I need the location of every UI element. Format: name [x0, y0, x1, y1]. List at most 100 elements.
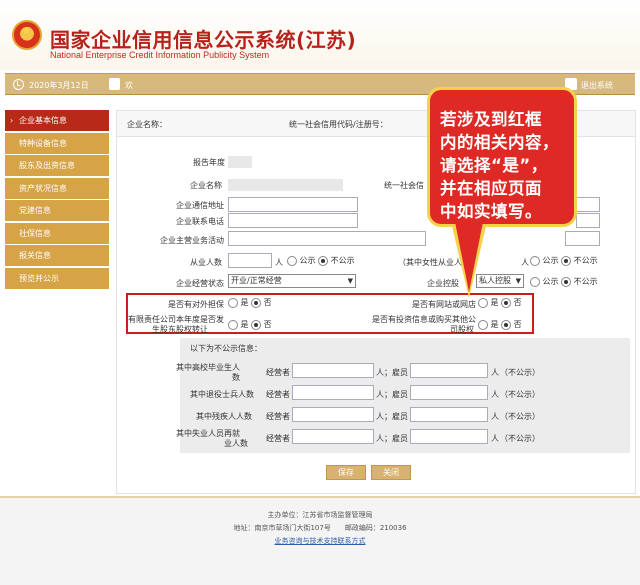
address-input[interactable]	[228, 197, 358, 212]
chevron-down-icon: ▼	[515, 277, 521, 285]
main-business-input-extra[interactable]	[565, 231, 600, 246]
not-public-note: （不公示）	[500, 390, 540, 399]
veteran-label: 其中退役士兵人数	[190, 390, 254, 399]
grad-employee-input[interactable]	[410, 363, 488, 378]
site-header: ★ 国家企业信用信息公示系统(江苏) National Enterprise C…	[0, 0, 640, 70]
manager-label: 经营者	[266, 434, 290, 443]
sidebar-nav: 企业基本信息 特种设备信息 股东及出资信息 资产状况信息 党建信息 社保信息 报…	[5, 110, 109, 290]
equity-transfer-no-radio[interactable]	[251, 319, 262, 330]
phone-input-extra[interactable]	[576, 213, 600, 228]
status-select-value: 开业/正常经营	[231, 276, 282, 285]
employee-label: 人；雇员	[376, 368, 408, 377]
user-icon	[109, 78, 120, 90]
sidebar-item-social-security[interactable]: 社保信息	[5, 222, 109, 244]
save-button[interactable]: 保存	[326, 465, 366, 480]
report-year-label: 报告年度	[193, 158, 225, 167]
employees-public-label: 公示	[299, 256, 316, 265]
employees-label: 从业人数	[190, 258, 222, 267]
sidebar-item-party[interactable]: 党建信息	[5, 200, 109, 221]
guarantee-yes-radio[interactable]	[228, 297, 238, 308]
manager-label: 经营者	[266, 368, 290, 377]
equity-transfer-toggle: 是 否	[228, 319, 272, 330]
status-label: 企业经营状态	[176, 279, 224, 288]
website-toggle: 是 否	[478, 297, 522, 308]
callout-line-3: 请选择“是”，	[440, 156, 548, 175]
sidebar-item-shareholders[interactable]: 股东及出资信息	[5, 155, 109, 176]
site-province: (江苏)	[296, 28, 357, 52]
holding-not-public-radio[interactable]	[561, 276, 572, 287]
callout-line-5: 中如实填写。	[440, 202, 542, 221]
website-no-radio[interactable]	[501, 297, 512, 308]
veteran-manager-input[interactable]	[292, 385, 374, 400]
employees-not-public-radio[interactable]	[318, 255, 329, 266]
employees-public-toggle: 公示 不公示	[287, 255, 355, 266]
sidebar-item-basic-info[interactable]: 企业基本信息	[5, 110, 109, 131]
female-not-public-label: 不公示	[573, 256, 598, 265]
manager-label: 经营者	[266, 390, 290, 399]
grad-manager-input[interactable]	[292, 363, 374, 378]
name-value	[228, 179, 343, 191]
reemployed-manager-input[interactable]	[292, 429, 374, 444]
footer-organizer: 主办单位：江苏省市场监督管理局	[267, 511, 373, 519]
person-unit: 人	[491, 412, 499, 421]
sidebar-item-customs[interactable]: 报关信息	[5, 245, 109, 266]
employees-public-radio[interactable]	[287, 255, 297, 266]
disabled-employee-input[interactable]	[410, 407, 488, 422]
employee-label: 人；雇员	[376, 412, 408, 421]
disabled-manager-input[interactable]	[292, 407, 374, 422]
main-business-input[interactable]	[228, 231, 426, 246]
footer-address: 地址：南京市草场门大街107号 邮政编码：210036	[233, 524, 407, 532]
female-public-label: 公示	[542, 256, 559, 265]
female-public-toggle: 公示 不公示	[530, 255, 598, 266]
website-label: 是否有网站或网店	[412, 300, 476, 309]
chevron-down-icon: ▼	[347, 277, 353, 285]
guarantee-yes-label: 是	[240, 298, 249, 307]
female-public-radio[interactable]	[530, 255, 540, 266]
disabled-label: 其中残疾人人数	[196, 412, 252, 421]
person-unit: 人	[491, 368, 499, 377]
holding-public-radio[interactable]	[530, 276, 540, 287]
equity-transfer-yes-radio[interactable]	[228, 319, 238, 330]
invest-yes-label: 是	[490, 320, 499, 329]
phone-input[interactable]	[228, 213, 358, 228]
not-public-note: （不公示）	[500, 368, 540, 377]
guarantee-label: 是否有对外担保	[168, 300, 224, 309]
employee-label: 人；雇员	[376, 390, 408, 399]
company-name-label: 企业名称：	[127, 120, 167, 129]
female-not-public-radio[interactable]	[561, 255, 572, 266]
manager-label: 经营者	[266, 412, 290, 421]
report-year-value	[228, 156, 252, 168]
footer-support-link[interactable]: 业务咨询与技术支持联系方式	[275, 537, 366, 545]
person-unit: 人	[491, 390, 499, 399]
sidebar-item-special-equipment[interactable]: 特种设备信息	[5, 132, 109, 154]
website-yes-radio[interactable]	[478, 297, 488, 308]
status-select[interactable]: 开业/正常经营 ▼	[228, 274, 356, 288]
website-no-label: 否	[513, 298, 522, 307]
website-yes-label: 是	[490, 298, 499, 307]
reemployed-employee-input[interactable]	[410, 429, 488, 444]
grad-label-2: 数	[232, 373, 240, 382]
invest-toggle: 是 否	[478, 319, 522, 330]
employee-label: 人；雇员	[376, 434, 408, 443]
invest-yes-radio[interactable]	[478, 319, 488, 330]
welcome-text: 欢	[125, 81, 133, 90]
veteran-employee-input[interactable]	[410, 385, 488, 400]
address-input-extra[interactable]	[576, 197, 600, 212]
close-button[interactable]: 关闭	[371, 465, 411, 480]
invest-no-radio[interactable]	[501, 319, 512, 330]
guarantee-toggle: 是 否	[228, 297, 272, 308]
equity-transfer-yes-label: 是	[240, 320, 249, 329]
sidebar-item-assets[interactable]: 资产状况信息	[5, 177, 109, 199]
site-title-text: 国家企业信用信息公示系统	[50, 28, 296, 52]
holding-not-public-label: 不公示	[573, 277, 598, 286]
equity-transfer-no-label: 否	[263, 320, 272, 329]
main-business-label: 企业主营业务活动	[160, 236, 224, 245]
logout-link[interactable]: 退出系统	[581, 80, 613, 91]
guarantee-no-radio[interactable]	[251, 297, 262, 308]
callout-bubble: 若涉及到红框 内的相关内容， 请选择“是”， 并在相应页面 中如实填写。	[427, 87, 577, 227]
address-label: 企业通信地址	[176, 201, 224, 210]
holding-public-toggle: 公示 不公示	[530, 276, 598, 287]
sidebar-item-preview[interactable]: 预览并公示	[5, 267, 109, 289]
employees-input[interactable]	[228, 253, 272, 268]
clock-icon	[13, 79, 24, 90]
